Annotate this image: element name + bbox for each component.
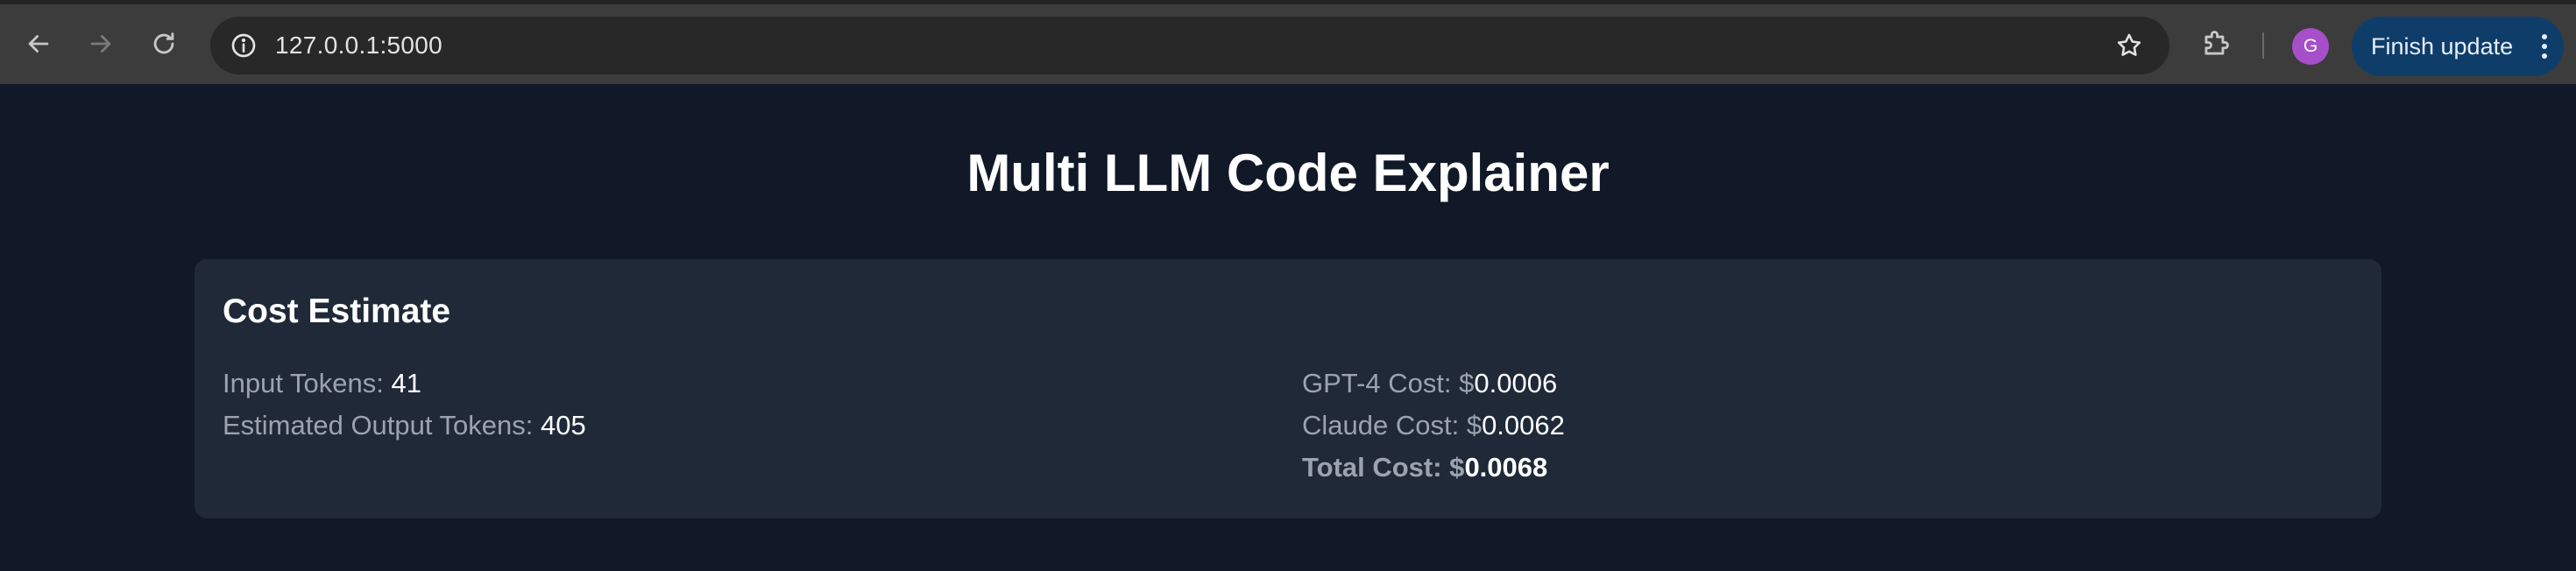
input-tokens-row: Input Tokens: 41 [223,363,586,405]
cost-estimate-heading: Cost Estimate [223,293,451,330]
cost-estimate-card: Cost Estimate Input Tokens: 41 Estimated… [195,259,2381,518]
toolbar-divider [2262,32,2264,59]
kebab-menu-icon[interactable] [2541,34,2548,59]
gpt4-cost-label: GPT-4 Cost: $ [1302,368,1475,398]
arrow-right-icon [90,35,111,53]
finish-update-button[interactable]: Finish update [2352,17,2564,76]
total-cost-row: Total Cost: $0.0068 [1302,447,1565,489]
address-bar[interactable]: 127.0.0.1:5000 [210,17,2169,74]
url-text[interactable]: 127.0.0.1:5000 [275,17,442,74]
output-tokens-label: Estimated Output Tokens: [223,410,541,441]
total-cost-value: 0.0068 [1464,452,1548,483]
claude-cost-row: Claude Cost: $0.0062 [1302,405,1565,447]
gpt4-cost-value: 0.0006 [1474,368,1558,398]
total-cost-label: Total Cost: $ [1302,452,1465,483]
star-icon [2117,33,2141,56]
claude-cost-label: Claude Cost: $ [1302,410,1483,441]
extensions-button[interactable] [2190,18,2241,69]
token-stats: Input Tokens: 41 Estimated Output Tokens… [223,363,586,447]
gpt4-cost-row: GPT-4 Cost: $0.0006 [1302,363,1565,405]
finish-update-label: Finish update [2371,33,2514,60]
browser-toolbar: 127.0.0.1:5000 G Finish update [0,0,2576,84]
output-tokens-row: Estimated Output Tokens: 405 [223,405,586,447]
page-title: Multi LLM Code Explainer [966,144,1610,202]
profile-avatar[interactable]: G [2292,28,2329,65]
cost-stats: GPT-4 Cost: $0.0006 Claude Cost: $0.0062… [1302,363,1565,489]
forward-button[interactable] [75,18,126,69]
input-tokens-value: 41 [391,368,421,398]
input-tokens-label: Input Tokens: [223,368,392,398]
back-button[interactable] [13,18,64,69]
reload-button[interactable] [138,18,189,69]
info-icon [231,33,256,58]
bookmark-button[interactable] [2108,25,2150,67]
output-tokens-value: 405 [541,410,586,441]
arrow-left-icon [28,35,49,53]
reload-icon [153,32,174,54]
claude-cost-value: 0.0062 [1482,410,1565,441]
site-info-button[interactable] [223,25,265,67]
puzzle-icon [2204,31,2229,55]
